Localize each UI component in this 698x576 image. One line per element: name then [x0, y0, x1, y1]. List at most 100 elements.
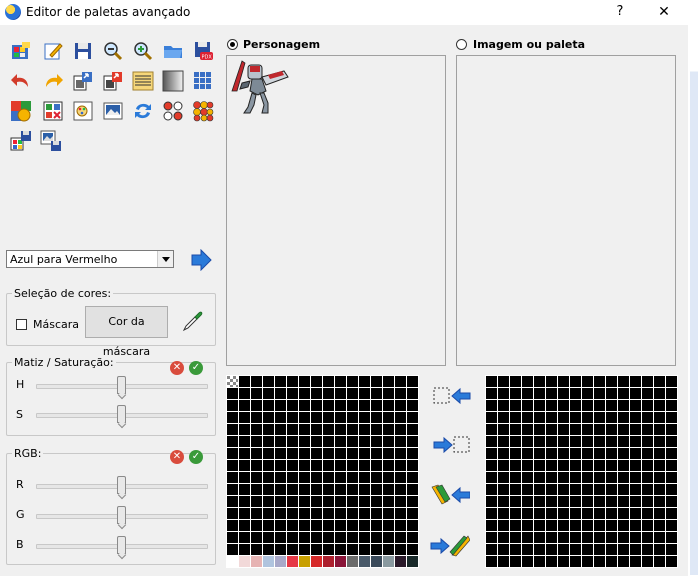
palette-cell[interactable]	[594, 412, 605, 423]
palette-cell[interactable]	[666, 484, 677, 495]
palette-cell[interactable]	[359, 556, 370, 567]
palette-cell[interactable]	[522, 436, 533, 447]
palette-cell[interactable]	[606, 508, 617, 519]
palette-cell[interactable]	[510, 520, 521, 531]
palette-cell[interactable]	[251, 400, 262, 411]
palette-cell[interactable]	[594, 484, 605, 495]
palette-cell[interactable]	[347, 532, 358, 543]
copy-palette-icon[interactable]	[10, 130, 34, 154]
palette-cell[interactable]	[570, 436, 581, 447]
palette-cell[interactable]	[510, 508, 521, 519]
palette-cell[interactable]	[594, 400, 605, 411]
palette-cell[interactable]	[371, 436, 382, 447]
palette-cell[interactable]	[311, 400, 322, 411]
palette-cell[interactable]	[395, 448, 406, 459]
palette-cell[interactable]	[558, 544, 569, 555]
palette-cell[interactable]	[582, 484, 593, 495]
grid-icon[interactable]	[192, 70, 214, 92]
palette-cell[interactable]	[570, 520, 581, 531]
palette-cell[interactable]	[251, 412, 262, 423]
palette-cell[interactable]	[630, 556, 641, 567]
palette-cell[interactable]	[287, 376, 298, 387]
palette-cell[interactable]	[323, 412, 334, 423]
palette-cell[interactable]	[582, 544, 593, 555]
palette-cell[interactable]	[582, 520, 593, 531]
paste-image-icon[interactable]	[40, 130, 66, 156]
palette-cell[interactable]	[522, 484, 533, 495]
swap-icon[interactable]	[132, 100, 154, 122]
gradient-to-left-button[interactable]	[430, 483, 470, 507]
palette-cell[interactable]	[630, 424, 641, 435]
palette-cell[interactable]	[299, 376, 310, 387]
palette-cell[interactable]	[534, 436, 545, 447]
palette-cell[interactable]	[570, 508, 581, 519]
palette-cell[interactable]	[371, 544, 382, 555]
palette-cell[interactable]	[594, 556, 605, 567]
palette-cell[interactable]	[251, 484, 262, 495]
palette-cell[interactable]	[251, 424, 262, 435]
palette-cell[interactable]	[407, 400, 418, 411]
palette-cell[interactable]	[299, 400, 310, 411]
palette-cell[interactable]	[359, 460, 370, 471]
palette-cell[interactable]	[311, 556, 322, 567]
palette-cell[interactable]	[546, 556, 557, 567]
palette-cell[interactable]	[618, 424, 629, 435]
palette-cell[interactable]	[630, 400, 641, 411]
cancel-rgb-icon[interactable]: ✕	[170, 450, 184, 464]
palette-cell[interactable]	[275, 448, 286, 459]
palette-cell[interactable]	[570, 484, 581, 495]
palette-cell[interactable]	[227, 388, 238, 399]
personagem-radio[interactable]	[227, 39, 238, 50]
palette-cell[interactable]	[654, 400, 665, 411]
palette-cell[interactable]	[239, 520, 250, 531]
palette-cell[interactable]	[582, 556, 593, 567]
palette-cell[interactable]	[582, 532, 593, 543]
palette-cell[interactable]	[606, 472, 617, 483]
palette-cell[interactable]	[510, 460, 521, 471]
palette-cell[interactable]	[546, 472, 557, 483]
palette-cell[interactable]	[323, 436, 334, 447]
palette-cell[interactable]	[666, 472, 677, 483]
palette-cell[interactable]	[299, 448, 310, 459]
palette-cell[interactable]	[263, 520, 274, 531]
palette-cell[interactable]	[534, 496, 545, 507]
palette-cell[interactable]	[642, 424, 653, 435]
palette-cell[interactable]	[359, 496, 370, 507]
palette-cell[interactable]	[407, 424, 418, 435]
palette-cell[interactable]	[606, 400, 617, 411]
palette-cell[interactable]	[582, 508, 593, 519]
palette-cell[interactable]	[275, 412, 286, 423]
s-slider-thumb[interactable]	[117, 405, 126, 423]
palette-cell[interactable]	[359, 508, 370, 519]
palette-cell[interactable]	[606, 556, 617, 567]
palette-cell[interactable]	[546, 508, 557, 519]
palette-cell[interactable]	[534, 412, 545, 423]
palette-cell[interactable]	[359, 532, 370, 543]
palette-cell[interactable]	[558, 496, 569, 507]
palette-cell[interactable]	[498, 544, 509, 555]
palette-cell[interactable]	[570, 496, 581, 507]
palette-cell[interactable]	[407, 508, 418, 519]
palette-cell[interactable]	[407, 448, 418, 459]
palette-cell[interactable]	[630, 496, 641, 507]
palette-cell[interactable]	[582, 376, 593, 387]
palette-cell[interactable]	[227, 460, 238, 471]
palette-cell[interactable]	[383, 508, 394, 519]
palette-cell[interactable]	[654, 460, 665, 471]
palette-cell[interactable]	[630, 472, 641, 483]
palette-cell[interactable]	[383, 400, 394, 411]
palette-cell[interactable]	[510, 484, 521, 495]
palette-cell[interactable]	[618, 472, 629, 483]
remove-color-icon[interactable]	[42, 100, 64, 122]
gradient-map-icon[interactable]	[132, 70, 154, 92]
palette-cell[interactable]	[654, 412, 665, 423]
palette-cell[interactable]	[606, 544, 617, 555]
palette-cell[interactable]	[311, 376, 322, 387]
palette-cell[interactable]	[510, 532, 521, 543]
palette-cell[interactable]	[371, 532, 382, 543]
palette-cell[interactable]	[618, 556, 629, 567]
palette-cell[interactable]	[570, 544, 581, 555]
eyedropper-icon[interactable]	[180, 308, 206, 334]
palette-cell[interactable]	[239, 424, 250, 435]
palette-cell[interactable]	[606, 388, 617, 399]
